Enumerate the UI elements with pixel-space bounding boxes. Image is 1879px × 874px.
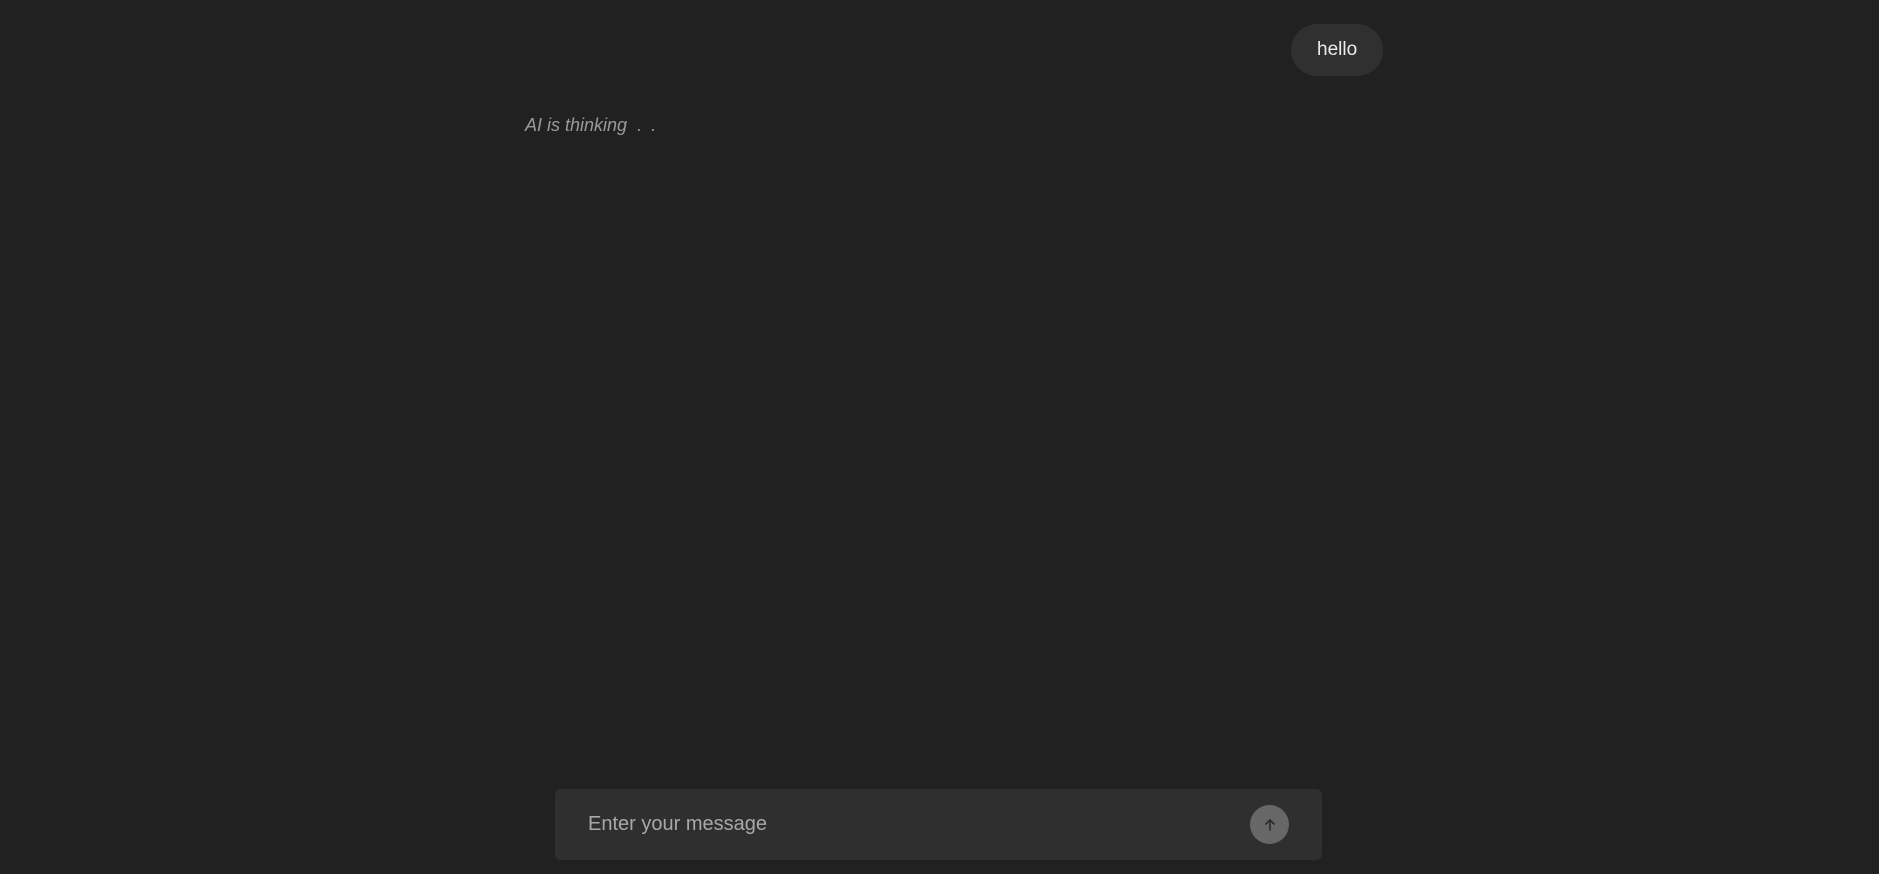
user-message-text: hello bbox=[1317, 39, 1358, 60]
thinking-text: AI is thinking bbox=[525, 115, 628, 135]
chat-app: hello AI is thinking . . bbox=[0, 0, 1879, 874]
message-composer bbox=[555, 789, 1322, 860]
send-button[interactable] bbox=[1250, 805, 1289, 844]
user-message-bubble: hello bbox=[1291, 24, 1384, 76]
thinking-indicator: AI is thinking . . bbox=[525, 113, 658, 137]
chat-messages: hello AI is thinking . . bbox=[0, 0, 1879, 780]
arrow-up-icon bbox=[1263, 818, 1277, 832]
thinking-dots: . . bbox=[637, 115, 659, 135]
message-input[interactable] bbox=[555, 789, 1255, 860]
